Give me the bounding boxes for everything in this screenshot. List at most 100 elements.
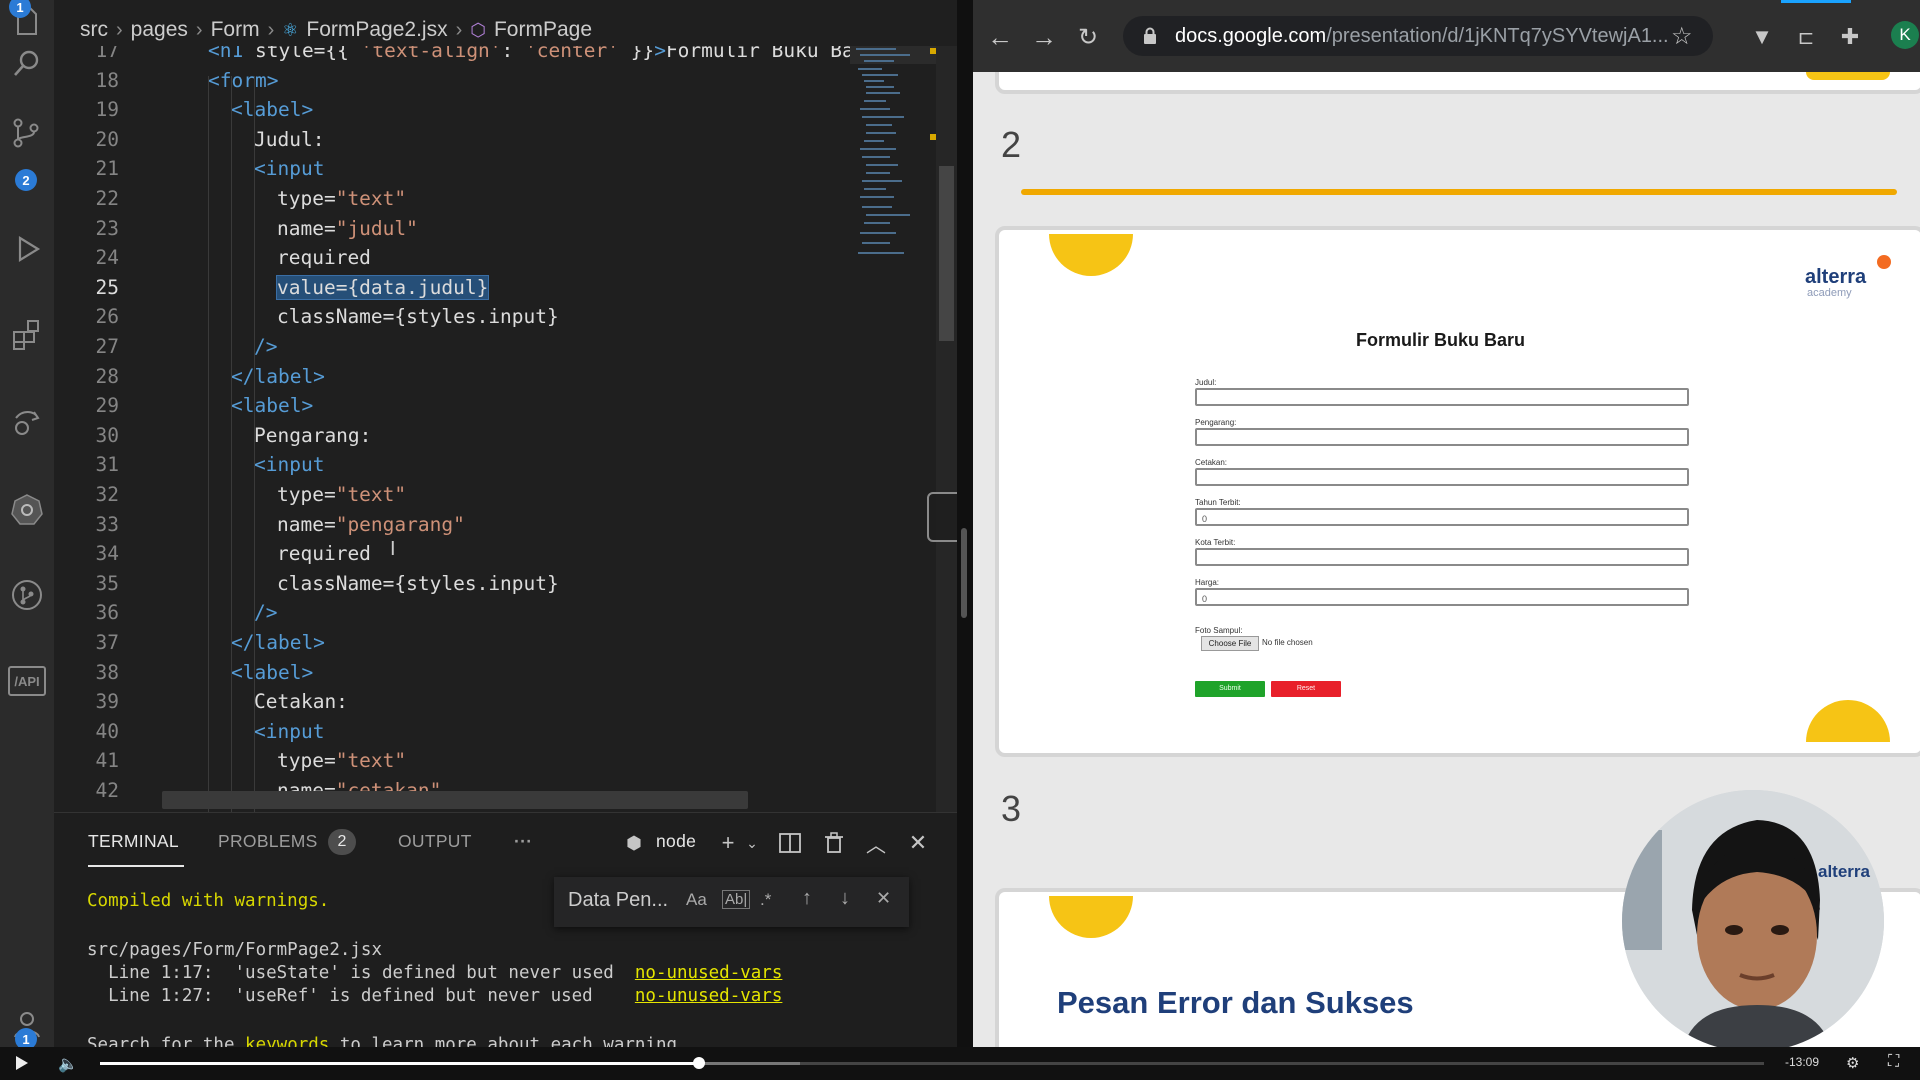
code-line[interactable]: 41 type="text" xyxy=(54,746,844,775)
code-line[interactable]: 20 Judul: xyxy=(54,125,844,154)
profile-avatar[interactable]: K xyxy=(1891,21,1919,49)
breadcrumb-file[interactable]: FormPage2.jsx xyxy=(306,18,447,42)
volume-icon[interactable]: 🔈 xyxy=(58,1054,78,1074)
choose-file-button[interactable]: Choose File xyxy=(1201,636,1259,651)
submit-button[interactable]: Submit xyxy=(1195,681,1265,697)
slide-2-card[interactable] xyxy=(995,226,1920,757)
match-whole-word-icon[interactable]: Ab| xyxy=(722,890,751,909)
vue-devtools-icon[interactable]: ▼ xyxy=(1747,22,1777,52)
code-line[interactable]: 28 </label> xyxy=(54,362,844,391)
extension-icon[interactable]: ⊏ xyxy=(1791,22,1821,52)
code-line[interactable]: 32 type="text" xyxy=(54,480,844,509)
tab-terminal[interactable]: TERMINAL xyxy=(88,831,179,852)
source-control-icon[interactable] xyxy=(6,112,48,154)
line-number: 42 xyxy=(95,779,119,802)
form-field-input[interactable]: 0 xyxy=(1195,508,1689,526)
close-find-icon[interactable]: ✕ xyxy=(876,888,891,909)
code-line[interactable]: 33 name="pengarang" xyxy=(54,510,844,539)
git-graph-icon[interactable] xyxy=(6,574,48,616)
arrow-up-icon[interactable]: ↑ xyxy=(802,887,812,910)
chevron-down-icon[interactable]: ⌄ xyxy=(738,829,766,857)
more-tabs-button[interactable]: ··· xyxy=(514,831,532,852)
code-line[interactable]: 18 <form> xyxy=(54,66,844,95)
forward-icon[interactable]: → xyxy=(1029,22,1059,52)
form-field-input[interactable] xyxy=(1195,388,1689,406)
alterra-logo: alterra xyxy=(1805,266,1867,288)
code-line[interactable]: 35 className={styles.input} xyxy=(54,569,844,598)
breadcrumb-pages[interactable]: pages xyxy=(131,18,188,42)
reset-button[interactable]: Reset xyxy=(1271,681,1341,697)
code-line[interactable]: 38 <label> xyxy=(54,658,844,687)
code-line[interactable]: 40 <input xyxy=(54,717,844,746)
code-line[interactable]: 26 className={styles.input} xyxy=(54,302,844,331)
code-line[interactable]: 24 required xyxy=(54,243,844,272)
trash-icon[interactable] xyxy=(820,829,848,857)
settings-gear-icon[interactable]: ⚙ xyxy=(1846,1054,1859,1072)
code-line[interactable]: 22 type="text" xyxy=(54,184,844,213)
form-field-input[interactable] xyxy=(1195,468,1689,486)
breadcrumb-symbol[interactable]: FormPage xyxy=(494,18,592,42)
reload-icon[interactable]: ↻ xyxy=(1073,22,1103,52)
form-field-input[interactable] xyxy=(1195,428,1689,446)
video-seek-knob[interactable] xyxy=(693,1057,706,1069)
line-number: 24 xyxy=(95,246,119,270)
breadcrumb-form[interactable]: Form xyxy=(211,18,260,42)
play-icon[interactable] xyxy=(14,1055,30,1076)
form-field-input[interactable]: 0 xyxy=(1195,588,1689,606)
arrow-down-icon[interactable]: ↓ xyxy=(840,887,850,910)
tab-output[interactable]: OUTPUT xyxy=(398,831,472,852)
code-text: required xyxy=(277,542,371,566)
maximize-panel-icon[interactable]: ︿ xyxy=(862,829,890,857)
kubernetes-icon[interactable] xyxy=(6,488,48,530)
search-icon[interactable] xyxy=(6,42,48,84)
slide-1-card[interactable] xyxy=(995,72,1920,94)
fullscreen-icon[interactable]: ⛶ xyxy=(1888,1053,1899,1071)
use-regex-icon[interactable]: .* xyxy=(760,890,771,910)
rule-link[interactable]: no-unused-vars xyxy=(635,963,783,983)
tab-problems[interactable]: PROBLEMS xyxy=(218,831,318,852)
run-debug-icon[interactable] xyxy=(6,228,48,270)
rule-link[interactable]: no-unused-vars xyxy=(635,986,783,1006)
split-terminal-icon[interactable] xyxy=(776,829,804,857)
horizontal-scrollbar[interactable] xyxy=(162,791,748,809)
close-panel-icon[interactable]: ✕ xyxy=(904,829,932,857)
bookmark-star-icon[interactable]: ☆ xyxy=(1671,22,1693,51)
code-line[interactable]: 34 required xyxy=(54,539,844,568)
code-line[interactable]: 25 value={data.judul} xyxy=(54,273,844,302)
address-bar[interactable]: docs.google.com/presentation/d/1jKNTq7yS… xyxy=(1123,16,1713,56)
warning-text: Line 1:27: 'useRef' is defined but never… xyxy=(87,986,635,1006)
code-line[interactable]: 23 name="judul" xyxy=(54,214,844,243)
line-number: 34 xyxy=(95,542,119,566)
code-area[interactable]: 17 <h1 style={{ 'text-align': 'center' }}… xyxy=(54,46,854,812)
api-icon[interactable]: /API xyxy=(6,660,48,702)
url-text[interactable]: docs.google.com/presentation/d/1jKNTq7yS… xyxy=(1175,25,1669,48)
window-splitter[interactable] xyxy=(957,0,973,1047)
code-line[interactable]: 29 <label> xyxy=(54,391,844,420)
match-case-icon[interactable]: Aa xyxy=(686,890,707,910)
back-icon[interactable]: ← xyxy=(985,22,1015,52)
splitter-handle[interactable] xyxy=(961,528,967,618)
terminal-shell-name[interactable]: node xyxy=(656,831,696,852)
extensions-icon[interactable] xyxy=(6,314,48,356)
code-line[interactable]: 27 /> xyxy=(54,332,844,361)
code-line[interactable]: 19 <label> xyxy=(54,95,844,124)
code-line[interactable]: 37 </label> xyxy=(54,628,844,657)
line-number: 21 xyxy=(95,157,119,181)
code-line[interactable]: 30 Pengarang: xyxy=(54,421,844,450)
minimap[interactable] xyxy=(850,46,936,812)
code-line[interactable]: 39 Cetakan: xyxy=(54,687,844,716)
code-line[interactable]: 21 <input xyxy=(54,154,844,183)
puzzle-extensions-icon[interactable]: ✚ xyxy=(1835,22,1865,52)
code-line[interactable]: 17 <h1 style={{ 'text-align': 'center' }}… xyxy=(54,46,854,65)
form-field-input[interactable] xyxy=(1195,548,1689,566)
code-editor[interactable]: src › pages › Form › ⚛ FormPage2.jsx › ⬡… xyxy=(54,0,1015,812)
remote-explorer-icon[interactable] xyxy=(6,402,48,444)
find-input[interactable]: Data Pen... xyxy=(568,889,668,912)
code-line[interactable]: 31 <input xyxy=(54,450,844,479)
video-seek-bar[interactable] xyxy=(100,1062,1764,1065)
code-line[interactable]: 36 /> xyxy=(54,598,844,627)
breadcrumb-src[interactable]: src xyxy=(80,18,108,42)
scrollbar-thumb[interactable] xyxy=(939,166,954,341)
editor-scrollbar[interactable] xyxy=(936,46,957,812)
terminal-shell-icon: ⬢ xyxy=(626,832,642,853)
